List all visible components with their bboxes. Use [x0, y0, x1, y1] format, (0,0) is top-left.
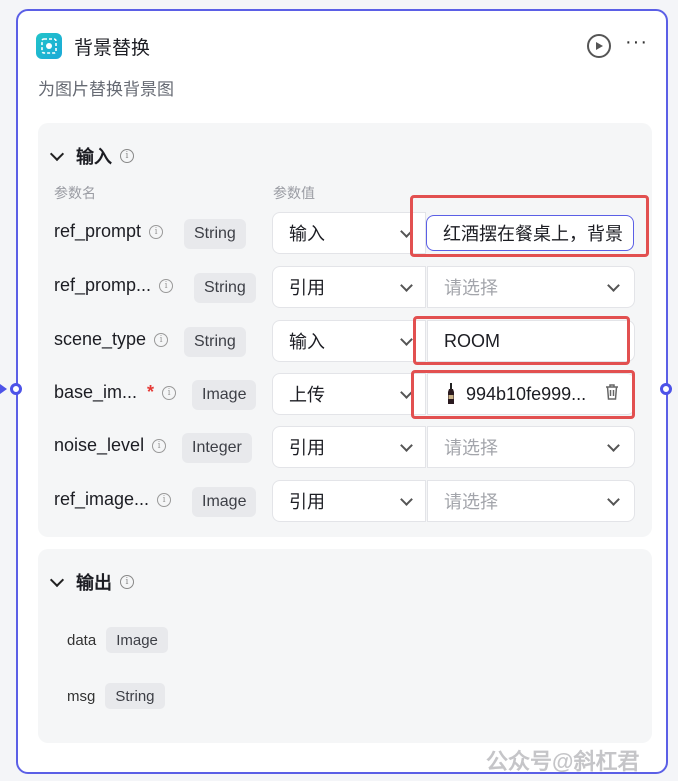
output-section-title: 输出 — [76, 573, 112, 593]
info-icon[interactable]: i — [157, 492, 172, 507]
plugin-node-card[interactable]: 背景替换 ··· 为图片替换背景图 输入 i 参数名 参数值 ref_promp… — [16, 9, 668, 774]
param-name: ref_image... — [54, 489, 150, 509]
input-port[interactable] — [10, 383, 22, 395]
chevron-down-icon — [400, 439, 413, 452]
reference-select[interactable]: 请选择 — [427, 426, 635, 468]
param-row-ref-image: ref_image... i Image 引用 请选择 — [38, 480, 652, 522]
info-icon[interactable]: i — [152, 438, 167, 453]
ref-prompt-input[interactable]: 红酒摆在餐桌上，背景 — [426, 215, 634, 251]
required-mark: * — [147, 382, 155, 402]
chevron-down-icon — [607, 279, 620, 292]
input-section-toggle[interactable]: 输入 i — [49, 143, 134, 169]
chevron-down-icon — [400, 279, 413, 292]
param-row-noise-level: noise_level i Integer 引用 请选择 — [38, 426, 652, 468]
info-icon[interactable]: i — [120, 575, 134, 589]
chevron-down-icon — [607, 439, 620, 452]
param-row-ref-prompt: ref_prompt i String 输入 红酒摆在餐桌上，背景 — [38, 212, 652, 254]
param-name: ref_promp... — [54, 275, 152, 295]
chevron-down-icon — [49, 146, 65, 162]
wine-bottle-thumbnail — [446, 383, 456, 405]
input-section-title: 输入 — [76, 147, 112, 167]
mode-label: 引用 — [289, 438, 325, 458]
info-icon[interactable]: i — [159, 278, 174, 293]
chevron-down-icon — [400, 333, 413, 346]
info-icon[interactable]: i — [120, 149, 134, 163]
mode-label: 上传 — [289, 385, 325, 405]
info-icon[interactable]: i — [154, 332, 169, 347]
play-icon[interactable] — [587, 34, 612, 58]
reference-select[interactable]: 请选择 — [427, 480, 635, 522]
type-tag: Image — [192, 487, 257, 517]
mode-label: 引用 — [289, 278, 325, 298]
output-row-msg: msg String — [67, 683, 165, 709]
incoming-edge-arrow — [0, 384, 7, 394]
mode-select[interactable]: 输入 — [272, 212, 426, 254]
param-row-scene-type: scene_type i String 输入 ROOM — [38, 320, 652, 362]
mode-label: 输入 — [289, 332, 325, 352]
type-tag: String — [184, 219, 246, 249]
placeholder-text: 请选择 — [444, 278, 498, 298]
output-name: data — [67, 631, 97, 649]
mode-select[interactable]: 上传 — [272, 373, 426, 415]
chevron-down-icon — [400, 386, 413, 399]
info-icon[interactable]: i — [149, 224, 164, 239]
mode-select[interactable]: 输入 — [272, 320, 426, 362]
info-icon[interactable]: i — [162, 385, 177, 400]
node-title: 背景替换 — [74, 37, 151, 59]
more-icon[interactable]: ··· — [625, 32, 648, 60]
param-name: noise_level — [54, 435, 145, 455]
type-tag: Image — [106, 627, 168, 653]
param-name: scene_type — [54, 329, 147, 349]
param-name: ref_prompt — [54, 221, 142, 241]
type-tag: Image — [192, 380, 257, 410]
chevron-down-icon — [49, 572, 65, 588]
type-tag: String — [194, 273, 256, 303]
mode-label: 输入 — [289, 224, 325, 244]
trash-icon[interactable] — [604, 383, 624, 406]
col-header-name: 参数名 — [54, 185, 96, 201]
chevron-down-icon — [607, 493, 620, 506]
param-row-base-image: base_im... * i Image 上传 994b10fe999... — [38, 373, 652, 415]
mode-select[interactable]: 引用 — [272, 266, 426, 308]
param-row-ref-prompt-2: ref_promp... i String 引用 请选择 — [38, 266, 652, 308]
input-panel: 输入 i 参数名 参数值 ref_prompt i String 输入 红酒摆在餐… — [38, 123, 652, 537]
image-replace-icon — [36, 33, 62, 59]
node-description: 为图片替换背景图 — [38, 80, 174, 99]
mode-select[interactable]: 引用 — [272, 426, 426, 468]
scene-type-input[interactable]: ROOM — [427, 320, 635, 362]
watermark-text: 公众号@斜杠君 — [486, 749, 640, 774]
output-panel: 输出 i data Image msg String — [38, 549, 652, 743]
output-port[interactable] — [660, 383, 672, 395]
chevron-down-icon — [400, 493, 413, 506]
uploaded-file[interactable]: 994b10fe999... — [427, 373, 635, 415]
file-name: 994b10fe999... — [466, 383, 587, 404]
node-header: 背景替换 ··· — [36, 31, 648, 61]
col-header-value: 参数值 — [273, 185, 315, 201]
mode-select[interactable]: 引用 — [272, 480, 426, 522]
type-tag: String — [105, 683, 165, 709]
placeholder-text: 请选择 — [444, 438, 498, 458]
output-name: msg — [67, 687, 96, 705]
output-row-data: data Image — [67, 627, 168, 653]
reference-select[interactable]: 请选择 — [427, 266, 635, 308]
mode-label: 引用 — [289, 492, 325, 512]
chevron-down-icon — [400, 225, 413, 238]
output-section-toggle[interactable]: 输出 i — [49, 569, 134, 595]
param-name: base_im... — [54, 382, 138, 402]
type-tag: Integer — [182, 433, 252, 463]
type-tag: String — [184, 327, 246, 357]
placeholder-text: 请选择 — [444, 492, 498, 512]
